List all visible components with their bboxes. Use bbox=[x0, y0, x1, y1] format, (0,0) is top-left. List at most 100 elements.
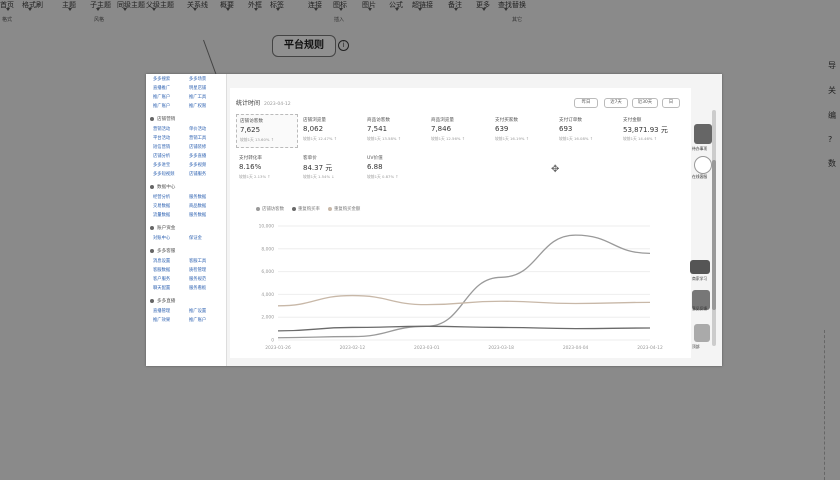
sidebar-link[interactable]: 多多直播 bbox=[189, 153, 206, 159]
sidebar-link[interactable]: 客服数据 bbox=[153, 267, 170, 273]
chevron-down-icon[interactable] bbox=[368, 8, 372, 11]
sidebar-link[interactable]: 交易数据 bbox=[153, 203, 170, 209]
chevron-down-icon[interactable] bbox=[28, 8, 32, 11]
chevron-down-icon[interactable] bbox=[395, 8, 399, 11]
menu-item[interactable]: 查找替换 bbox=[498, 0, 526, 10]
metric-delta: 较前1天 0.87% ↑ bbox=[367, 174, 399, 179]
sidebar-link[interactable]: 服务数据 bbox=[189, 212, 206, 218]
chevron-down-icon[interactable] bbox=[339, 8, 343, 11]
metric-card[interactable]: 支付转化率 8.16% 较前1天 2.13% ↑ bbox=[236, 152, 296, 184]
monitor-icon[interactable] bbox=[690, 260, 710, 274]
sidebar-link[interactable]: 平台活动 bbox=[153, 135, 170, 141]
metric-card[interactable]: 支付订单数 693 较前1天 16.08% ↑ bbox=[556, 114, 616, 146]
metric-card[interactable]: 支付买家数 639 较前1天 16.19% ↑ bbox=[492, 114, 552, 146]
chevron-down-icon[interactable] bbox=[152, 8, 156, 11]
chevron-down-icon[interactable] bbox=[96, 8, 100, 11]
sidebar-link[interactable]: 多多搜索 bbox=[153, 76, 170, 82]
sidebar-link[interactable]: 直播管理 bbox=[153, 308, 170, 314]
sidebar-link[interactable]: 消息设置 bbox=[153, 258, 170, 264]
metric-card[interactable]: 店铺访客数 7,625 较前1天 13.60% ↑ bbox=[236, 114, 298, 148]
chevron-down-icon[interactable] bbox=[68, 8, 72, 11]
chevron-down-icon[interactable] bbox=[123, 8, 127, 11]
metric-card[interactable]: 商品浏览量 7,846 较前1天 12.56% ↑ bbox=[428, 114, 488, 146]
menu-item[interactable]: 超链接 bbox=[412, 0, 433, 10]
chevron-down-icon[interactable] bbox=[482, 8, 486, 11]
side-tool[interactable]: 数 bbox=[828, 158, 840, 169]
menu-item[interactable]: 格式刷 bbox=[22, 0, 43, 10]
sidebar-link[interactable]: 商品数据 bbox=[189, 203, 206, 209]
sidebar-link[interactable]: 服务看板 bbox=[189, 285, 206, 291]
sidebar-link[interactable]: 多多短视频 bbox=[153, 171, 174, 177]
sidebar-link[interactable]: 多多场景 bbox=[189, 76, 206, 82]
chevron-down-icon[interactable] bbox=[454, 8, 458, 11]
sidebar-link[interactable]: 保证金 bbox=[189, 235, 202, 241]
group-icon bbox=[150, 225, 154, 230]
sidebar-link[interactable]: 店铺分析 bbox=[153, 153, 170, 159]
sidebar-link[interactable]: 营销活动 bbox=[153, 126, 170, 132]
chevron-down-icon[interactable] bbox=[276, 8, 280, 11]
menu-item[interactable]: 父级主题 bbox=[146, 0, 174, 10]
sidebar-link[interactable]: 短信营销 bbox=[153, 144, 170, 150]
side-tool[interactable]: ? bbox=[828, 135, 840, 144]
metric-card[interactable]: 店铺浏览量 8,062 较前1天 12.47% ↑ bbox=[300, 114, 360, 146]
side-tool[interactable]: 关 bbox=[828, 85, 840, 96]
info-icon[interactable]: i bbox=[338, 40, 349, 51]
time-range-button[interactable]: 昨日 bbox=[574, 98, 598, 108]
time-range-button[interactable]: 日 bbox=[662, 98, 680, 108]
sidebar-link[interactable]: 直播推广 bbox=[153, 85, 170, 91]
sidebar-link[interactable]: 营销工具 bbox=[189, 135, 206, 141]
metric-card[interactable]: UV价值 6.88 较前1天 0.87% ↑ bbox=[364, 152, 424, 184]
menu-item[interactable]: 子主题 bbox=[90, 0, 111, 10]
sidebar-link[interactable]: 推广工具 bbox=[189, 94, 206, 100]
sidebar-link[interactable]: 店铺服务 bbox=[189, 171, 206, 177]
time-range-button[interactable]: 近30天 bbox=[632, 98, 658, 108]
chevron-down-icon[interactable] bbox=[254, 8, 258, 11]
sidebar-link[interactable]: 明星店铺 bbox=[189, 85, 206, 91]
mindmap-node[interactable]: 平台规则 bbox=[272, 35, 336, 57]
sidebar-link[interactable]: 服务规范 bbox=[189, 276, 206, 282]
scrollbar-thumb[interactable] bbox=[712, 160, 716, 310]
chevron-down-icon[interactable] bbox=[193, 8, 197, 11]
sidebar-link[interactable]: 多多进宝 bbox=[153, 162, 170, 168]
metric-card[interactable]: 商品访客数 7,541 较前1天 13.58% ↑ bbox=[364, 114, 424, 146]
metric-delta: 较前1天 12.47% ↑ bbox=[303, 136, 337, 141]
sidebar-link[interactable]: 单价活动 bbox=[189, 126, 206, 132]
chevron-down-icon[interactable] bbox=[6, 8, 10, 11]
metric-card[interactable]: 客单价 84.37 元较前1天 1.54% ↓ bbox=[300, 152, 360, 184]
sidebar-link[interactable]: 推广账户 bbox=[189, 317, 206, 323]
top-icon[interactable] bbox=[694, 324, 710, 342]
metric-label: 客单价 bbox=[303, 156, 317, 161]
chevron-down-icon[interactable] bbox=[226, 8, 230, 11]
clipboard-icon[interactable] bbox=[694, 124, 712, 144]
metric-card[interactable]: 支付金额 53,871.93 元较前1天 14.46% ↑ bbox=[620, 114, 680, 146]
chevron-down-icon[interactable] bbox=[314, 8, 318, 11]
menu-item[interactable]: 关系线 bbox=[187, 0, 208, 10]
chevron-down-icon[interactable] bbox=[418, 8, 422, 11]
group-title-text: 数据中心 bbox=[157, 185, 176, 190]
time-range-button[interactable]: 近7天 bbox=[604, 98, 628, 108]
sidebar-link[interactable]: 对账中心 bbox=[153, 235, 170, 241]
sidebar-link[interactable]: 推广设置 bbox=[189, 308, 206, 314]
headset-icon[interactable] bbox=[694, 156, 712, 174]
sidebar-link[interactable]: 推广权限 bbox=[189, 103, 206, 109]
sidebar-link[interactable]: 流量数据 bbox=[153, 212, 170, 218]
side-tool[interactable]: 编 bbox=[828, 110, 840, 121]
sidebar-link[interactable]: 质检管理 bbox=[189, 267, 206, 273]
sidebar-link[interactable]: 服务数据 bbox=[189, 194, 206, 200]
side-tool[interactable]: 导 bbox=[828, 60, 840, 71]
group-icon bbox=[150, 116, 154, 121]
menu-item[interactable]: 同级主题 bbox=[117, 0, 145, 10]
nav-group-title: 多多直播 bbox=[150, 298, 175, 304]
sidebar-link[interactable]: 推广效果 bbox=[153, 317, 170, 323]
sidebar-link[interactable]: 推广账户 bbox=[153, 103, 170, 109]
panel-title-text: 统计时间 bbox=[236, 100, 261, 107]
sidebar-link[interactable]: 客户服务 bbox=[153, 276, 170, 282]
x-tick-label: 2023-04-04 bbox=[563, 345, 589, 351]
sidebar-link[interactable]: 推广账户 bbox=[153, 94, 170, 100]
sidebar-link[interactable]: 多多视频 bbox=[189, 162, 206, 168]
sidebar-link[interactable]: 客服工具 bbox=[189, 258, 206, 264]
sidebar-link[interactable]: 店铺装修 bbox=[189, 144, 206, 150]
sidebar-link[interactable]: 经营分析 bbox=[153, 194, 170, 200]
chevron-down-icon[interactable] bbox=[504, 8, 508, 11]
sidebar-link[interactable]: 聊天配置 bbox=[153, 285, 170, 291]
